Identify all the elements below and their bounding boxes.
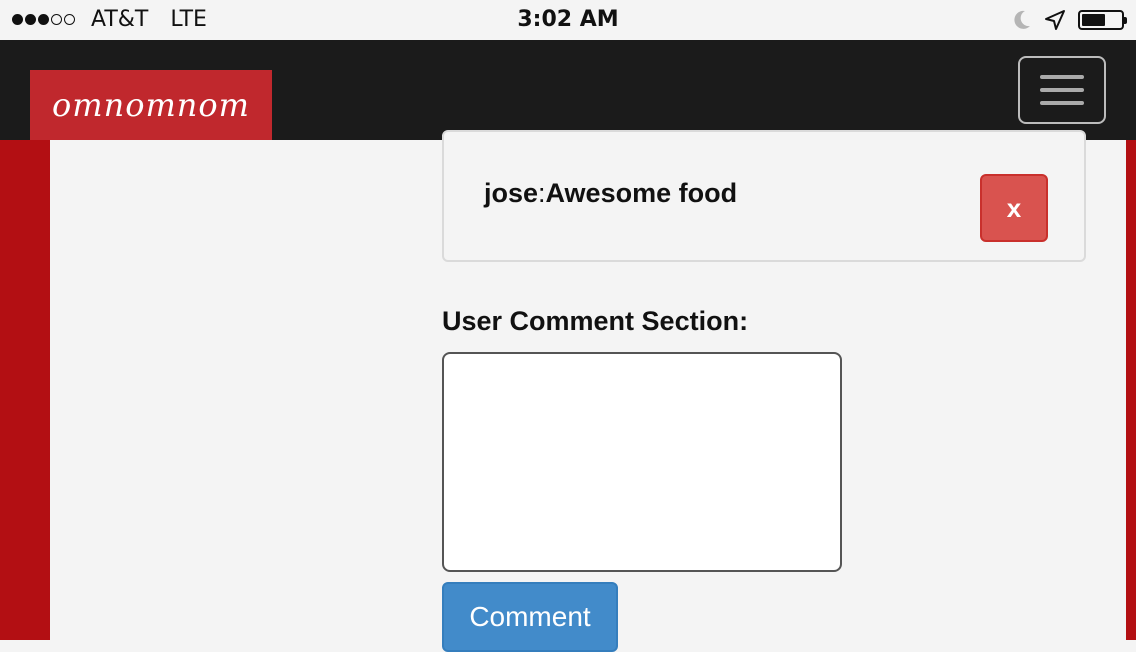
left-accent-bar	[0, 140, 50, 640]
status-bar: AT&T LTE 3:02 AM	[0, 0, 1136, 40]
battery-icon	[1078, 10, 1127, 30]
battery-level	[1082, 14, 1105, 26]
moon-icon	[1014, 10, 1030, 29]
location-arrow-icon	[1045, 10, 1065, 30]
hamburger-menu-icon[interactable]	[1018, 56, 1106, 124]
clock: 3:02 AM	[517, 7, 619, 32]
comment-text: jose:Awesome food	[484, 178, 737, 209]
comment-separator: :	[538, 178, 546, 208]
comment-author: jose	[484, 178, 539, 208]
status-right	[1012, 9, 1127, 31]
comment-submit-button[interactable]: Comment	[442, 582, 618, 652]
comment-card: jose:Awesome food x	[442, 130, 1086, 262]
comment-section-label: User Comment Section:	[442, 306, 749, 336]
comment-body: Awesome food	[545, 178, 738, 208]
right-accent-bar	[1126, 140, 1136, 640]
comment-textarea[interactable]	[442, 352, 842, 572]
top-navbar: omnomnom	[0, 40, 1136, 140]
delete-comment-button[interactable]: x	[980, 174, 1048, 242]
brand-logo[interactable]: omnomnom	[30, 70, 272, 140]
